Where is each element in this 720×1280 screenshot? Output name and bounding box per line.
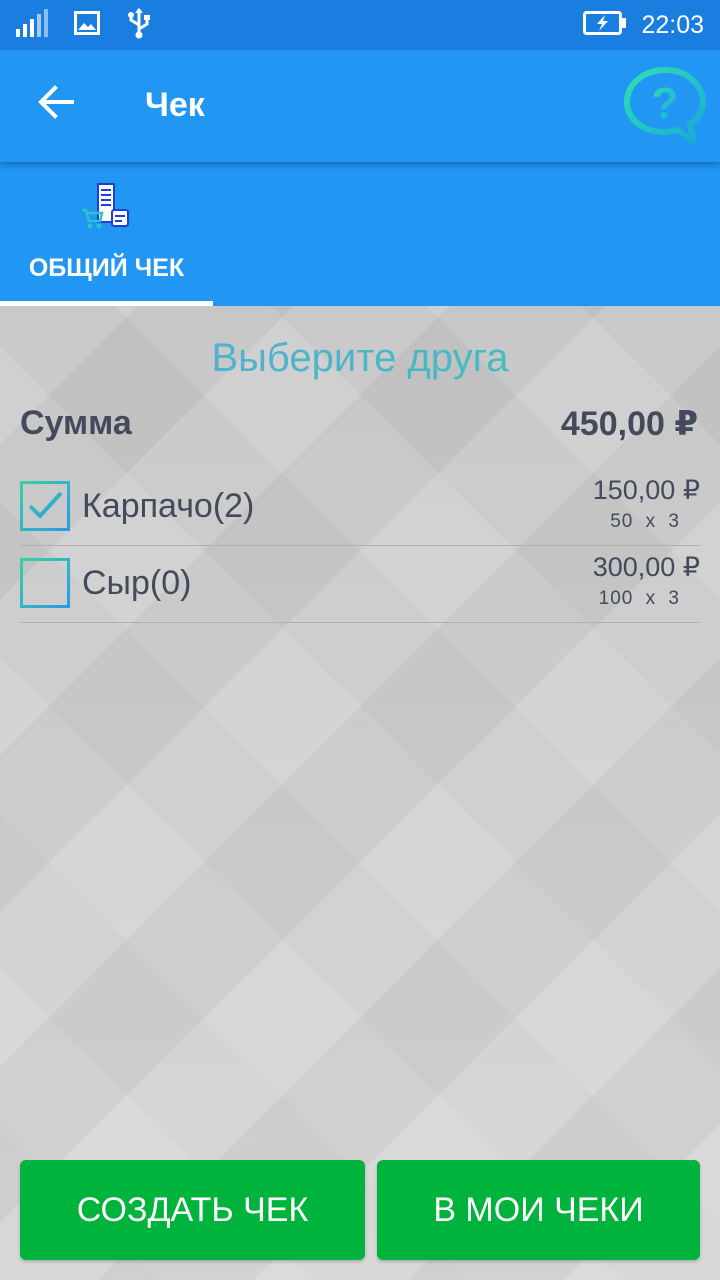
- tab-label: ОБЩИЙ ЧЕК: [28, 254, 185, 282]
- item-name: Карпачо(2): [82, 487, 255, 525]
- tab-common-check[interactable]: ОБЩИЙ ЧЕК: [0, 162, 213, 306]
- sum-label: Сумма: [20, 404, 132, 442]
- my-checks-button[interactable]: В МОИ ЧЕКИ: [377, 1160, 700, 1260]
- clock: 22:03: [641, 10, 704, 39]
- item-name: Сыр(0): [82, 564, 192, 602]
- sum-row: Сумма 450,00 ₽: [20, 404, 698, 448]
- arrow-back-icon: [38, 84, 74, 124]
- signal-icon: [14, 8, 48, 42]
- item-quantity: 50 x 3: [610, 511, 680, 532]
- item-checkbox-checked[interactable]: [20, 481, 70, 531]
- list-item[interactable]: Карпачо(2) 150,00 ₽ 50 x 3: [20, 469, 700, 546]
- image-icon: [74, 10, 100, 40]
- tab-bar: ОБЩИЙ ЧЕК: [0, 162, 720, 306]
- battery-charging-icon: [583, 10, 627, 41]
- check-content: Выберите друга Сумма 450,00 ₽ Карпачо(2)…: [0, 306, 720, 1280]
- receipt-cart-icon: [80, 182, 132, 232]
- check-icon: [28, 491, 63, 519]
- svg-text:?: ?: [652, 79, 679, 128]
- item-price: 150,00 ₽: [592, 475, 700, 505]
- create-check-button[interactable]: СОЗДАТЬ ЧЕК: [20, 1160, 365, 1260]
- status-bar: 22:03: [0, 0, 720, 50]
- list-item[interactable]: Сыр(0) 300,00 ₽ 100 x 3: [20, 546, 700, 623]
- back-button[interactable]: [28, 76, 84, 132]
- choose-friend-link[interactable]: Выберите друга: [0, 336, 720, 381]
- item-quantity: 100 x 3: [598, 588, 680, 609]
- app-bar: Чек ?: [0, 50, 720, 162]
- usb-icon: [126, 7, 152, 44]
- page-title: Чек: [145, 86, 205, 124]
- sum-value: 450,00 ₽: [560, 405, 698, 443]
- item-checkbox-unchecked[interactable]: [20, 558, 70, 608]
- help-button[interactable]: ?: [622, 66, 708, 150]
- help-bubble-icon: ?: [622, 66, 708, 150]
- item-price: 300,00 ₽: [592, 552, 700, 582]
